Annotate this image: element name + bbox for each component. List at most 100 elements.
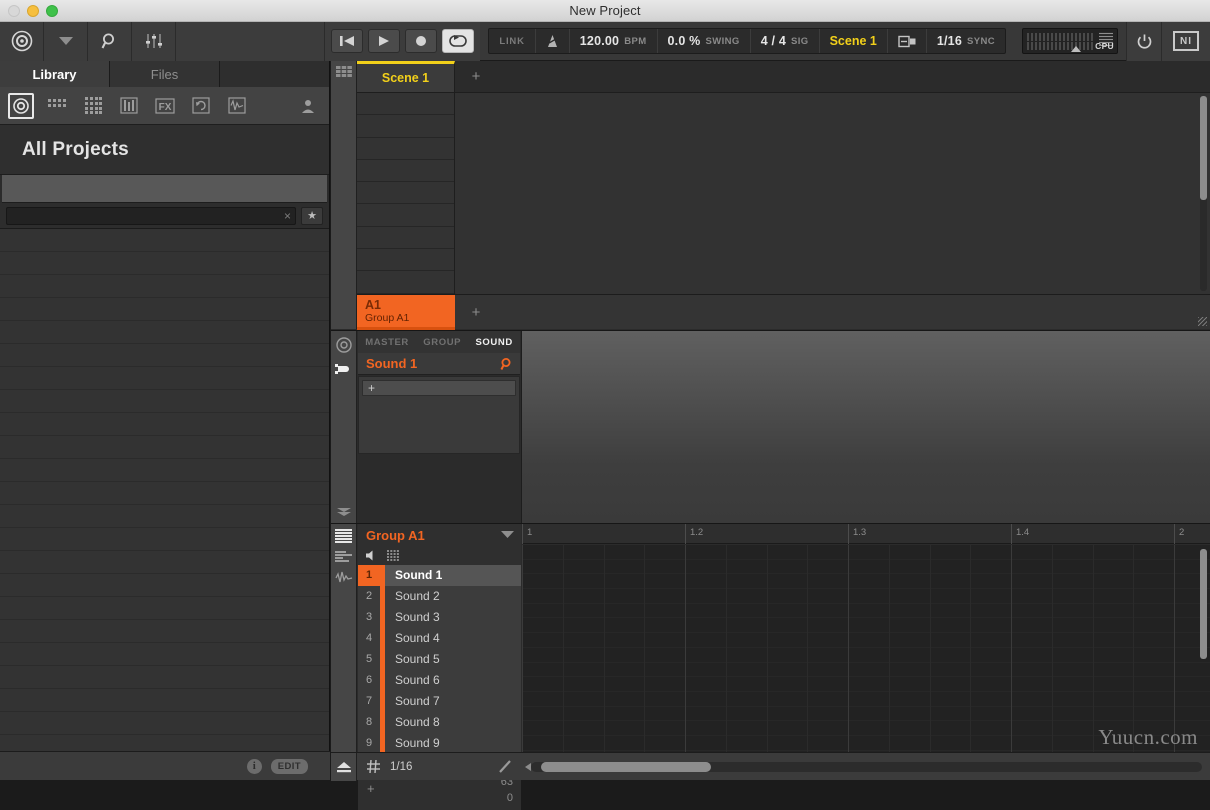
clear-search-icon[interactable]: × — [284, 209, 291, 223]
sound-row[interactable]: 9 Sound 9 — [358, 732, 521, 754]
sounds-icon[interactable] — [80, 93, 106, 119]
effects-icon[interactable]: FX — [152, 93, 178, 119]
sequencer-row[interactable] — [522, 545, 1210, 560]
sequencer-row[interactable] — [522, 648, 1210, 663]
arranger-slot-column[interactable] — [357, 93, 455, 294]
add-scene-button[interactable]: + — [456, 61, 496, 92]
list-item[interactable] — [0, 321, 329, 344]
sequencer-grid[interactable] — [522, 545, 1210, 753]
add-automation-button[interactable]: + — [367, 781, 375, 796]
user-icon[interactable] — [295, 93, 321, 119]
list-item[interactable] — [0, 390, 329, 413]
follow-segment[interactable] — [888, 29, 927, 53]
close-button[interactable] — [8, 5, 20, 17]
record-button[interactable] — [405, 29, 438, 53]
add-plugin-slot[interactable]: + — [362, 380, 516, 396]
info-icon[interactable]: i — [246, 758, 262, 774]
sequencer-row[interactable] — [522, 574, 1210, 590]
instruments-icon[interactable] — [116, 93, 142, 119]
sequencer-scrollbar-thumb[interactable] — [1200, 549, 1207, 659]
sound-row[interactable]: 3 Sound 3 — [358, 606, 521, 628]
favorite-filter-button[interactable]: ★ — [301, 206, 323, 225]
browser-result-list[interactable] — [0, 229, 329, 751]
list-item[interactable] — [0, 298, 329, 321]
list-item[interactable] — [0, 459, 329, 482]
metronome-segment[interactable] — [536, 29, 570, 53]
sequencer-row[interactable] — [522, 560, 1210, 575]
edit-button[interactable]: EDIT — [270, 758, 308, 774]
loop-button[interactable] — [442, 29, 475, 53]
arranger-slot[interactable] — [357, 160, 454, 183]
add-group-button[interactable]: + — [456, 295, 496, 330]
list-item[interactable] — [0, 689, 329, 712]
eject-button[interactable] — [331, 752, 357, 781]
minimize-button[interactable] — [27, 5, 39, 17]
list-item[interactable] — [0, 712, 329, 735]
sequencer-row[interactable] — [522, 707, 1210, 722]
sequencer-row[interactable] — [522, 618, 1210, 634]
samples-icon[interactable] — [224, 93, 250, 119]
plugin-parameter-panel[interactable] — [521, 331, 1210, 523]
list-item[interactable] — [0, 505, 329, 528]
sequencer-row[interactable] — [522, 633, 1210, 648]
sound-row[interactable]: 8 Sound 8 — [358, 711, 521, 733]
grid-resolution-control[interactable]: 1/16 — [357, 759, 521, 774]
projects-icon[interactable] — [8, 92, 34, 119]
browser-filter-bar[interactable] — [2, 175, 327, 203]
list-item[interactable] — [0, 252, 329, 275]
sequencer-row[interactable] — [522, 677, 1210, 692]
power-button[interactable] — [1126, 21, 1162, 61]
list-item[interactable] — [0, 735, 329, 751]
sequencer-hscrollbar-track[interactable] — [531, 761, 1202, 772]
list-item[interactable] — [0, 597, 329, 620]
mixer-icon[interactable] — [132, 21, 176, 61]
list-item[interactable] — [0, 574, 329, 597]
scene-tab[interactable]: Scene 1 — [357, 61, 455, 92]
list-item[interactable] — [0, 436, 329, 459]
tab-files[interactable]: Files — [110, 61, 220, 87]
tab-library[interactable]: Library — [0, 61, 110, 87]
sequencer-row[interactable] — [522, 663, 1210, 678]
sound-row[interactable]: 7 Sound 7 — [358, 690, 521, 712]
list-item[interactable] — [0, 275, 329, 298]
sequencer-hscrollbar-thumb[interactable] — [541, 761, 711, 772]
tempo-segment[interactable]: 120.00 BPM — [570, 29, 658, 53]
list-item[interactable] — [0, 620, 329, 643]
search-input[interactable]: × — [6, 206, 296, 225]
arranger-slot[interactable] — [357, 271, 454, 294]
rewind-to-start-button[interactable] — [331, 29, 364, 53]
link-segment[interactable]: LINK — [489, 29, 536, 53]
quantize-segment[interactable]: 1/16 SYNC — [927, 29, 1005, 53]
zoom-button[interactable] — [46, 5, 58, 17]
sound-row[interactable]: 5 Sound 5 — [358, 648, 521, 670]
tab-group[interactable]: GROUP — [423, 337, 461, 348]
arranger-slot[interactable] — [357, 182, 454, 205]
arranger-scrollbar-thumb[interactable] — [1200, 96, 1207, 200]
arranger-slot[interactable] — [357, 138, 454, 160]
sequencer-row[interactable] — [522, 604, 1210, 619]
sound-row[interactable]: 1 Sound 1 — [358, 564, 521, 586]
arranger-canvas[interactable] — [456, 93, 1210, 294]
sequencer-row[interactable] — [522, 589, 1210, 604]
loops-icon[interactable] — [188, 93, 214, 119]
list-item[interactable] — [0, 482, 329, 505]
arranger-scrollbar-track[interactable] — [1200, 96, 1207, 291]
sequencer-ruler[interactable]: 1 1.2 1.3 1.4 2 — [522, 524, 1210, 544]
list-item[interactable] — [0, 229, 329, 252]
scene-segment[interactable]: Scene 1 — [820, 29, 888, 53]
arrange-view-icon[interactable] — [44, 21, 88, 61]
arranger-slot[interactable] — [357, 204, 454, 227]
sound-row[interactable]: 6 Sound 6 — [358, 669, 521, 691]
arranger-slot[interactable] — [357, 227, 454, 250]
swing-segment[interactable]: 0.0 % SWING — [658, 29, 751, 53]
list-item[interactable] — [0, 344, 329, 367]
sound-row[interactable]: 4 Sound 4 — [358, 627, 521, 649]
arranger-slot[interactable] — [357, 93, 454, 116]
signature-segment[interactable]: 4 / 4 SIG — [751, 29, 820, 53]
list-item[interactable] — [0, 413, 329, 436]
tab-sound[interactable]: SOUND — [476, 337, 513, 348]
tab-master[interactable]: MASTER — [365, 337, 409, 348]
sound-row[interactable]: 2 Sound 2 — [358, 585, 521, 607]
groups-icon[interactable] — [44, 93, 70, 119]
list-item[interactable] — [0, 643, 329, 666]
